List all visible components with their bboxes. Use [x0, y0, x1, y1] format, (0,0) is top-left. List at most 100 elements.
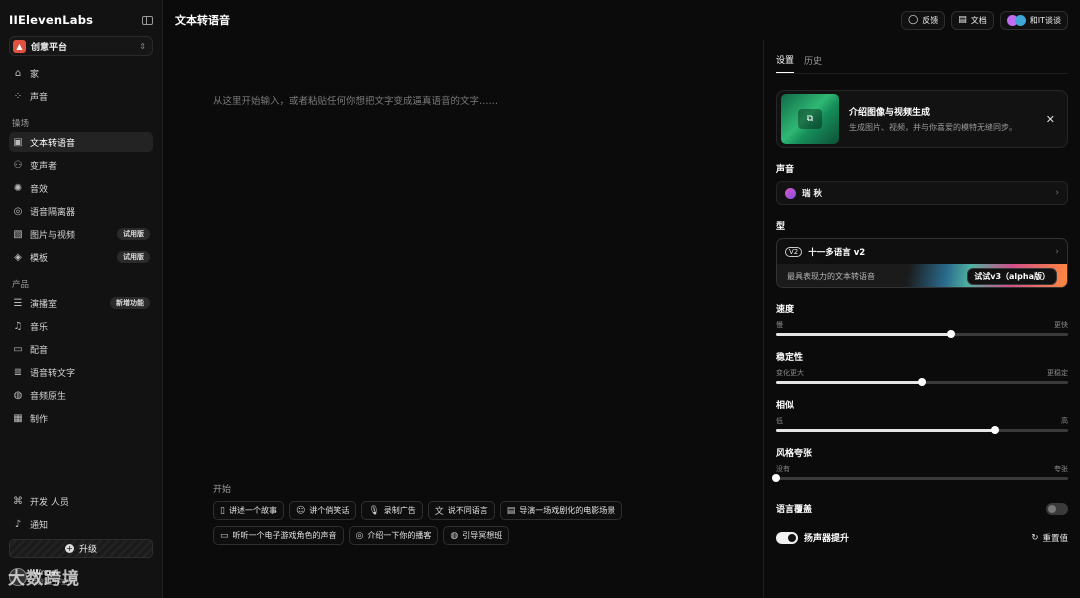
sidebar-item-studio[interactable]: ☰ 演播室 新增功能 — [9, 293, 153, 313]
prompt-chip-icon: ▯ — [220, 505, 225, 516]
chevron-updown-icon: ⇕ — [139, 41, 146, 51]
slider-track[interactable] — [776, 378, 1068, 386]
slider-track[interactable] — [772, 474, 1068, 482]
page-title: 文本转语音 — [175, 14, 230, 27]
prompt-suggestions: ▯ 讲述一个故事 ☺ 讲个俏笑话 🎙 录制广告文说不同语言 ▤ 导演一场戏剧化的电影场景 ▭ 听… — [213, 501, 653, 551]
productions-icon: ▦ — [13, 412, 23, 424]
tab-settings[interactable]: 设置 — [776, 53, 795, 73]
sidebar-collapse-icon[interactable] — [142, 15, 153, 25]
sidebar-item-templates[interactable]: ◈ 模板 试用版 — [9, 247, 153, 267]
dubbing-icon: ▭ — [13, 343, 23, 355]
feedback-button[interactable]: ◯ 反馈 — [901, 10, 946, 30]
prompt-chip[interactable]: ☺ 讲个俏笑话 — [288, 501, 357, 520]
tab-history[interactable]: 历史 — [804, 54, 822, 73]
prompt-chip[interactable]: ▭ 听听一个电子游戏角色的声音 — [213, 526, 344, 545]
agent-avatars-icon — [1006, 14, 1026, 26]
text-editor[interactable]: 从这里开始输入，或者粘贴任何你想把文字变成逼真语音的文字…… 开始 ▯ 讲述一个故… — [163, 40, 763, 598]
reset-values-button[interactable]: ↻ 重置值 — [1031, 532, 1068, 544]
sidebar-item-label: 变声者 — [30, 161, 58, 172]
sidebar-item-audio-native[interactable]: ◍ 音频原生 — [9, 385, 153, 405]
sidebar-item-sound-effects[interactable]: ✺ 音效 — [9, 178, 153, 198]
language-override-label: 语言覆盖 — [776, 505, 813, 515]
slider-track[interactable] — [776, 426, 1068, 434]
sidebar-item-voices[interactable]: ⁘ 声音 — [9, 86, 153, 106]
voice-select[interactable]: 瑞 秋 › — [776, 181, 1068, 205]
sidebar-item-dubbing[interactable]: ▭ 配音 — [9, 339, 153, 359]
try-v3-button[interactable]: 试试v3（alpha版） — [967, 267, 1057, 285]
sound-effects-icon: ✺ — [13, 182, 23, 194]
slider-min-label: 慢 — [776, 321, 783, 329]
voices-icon: ⁘ — [13, 90, 23, 102]
prompt-chip-label: 引导冥想班 — [462, 531, 503, 540]
logo: IIElevenLabs — [9, 13, 94, 27]
prompt-chip[interactable]: 文说不同语言 — [427, 501, 495, 520]
slider-0: 速度慢 更快 — [776, 302, 1068, 338]
promo-card[interactable]: ⧉ 介绍图像与视频生成 生成图片、视频，并与你喜爱的模特无缝同步。 ✕ — [776, 90, 1068, 148]
reset-icon: ↻ — [1031, 532, 1039, 543]
prompt-chip-icon: ◎ — [355, 530, 364, 541]
editor-placeholder: 从这里开始输入，或者粘贴任何你想把文字变成逼真语音的文字…… — [213, 96, 499, 107]
scrollbar[interactable] — [1075, 40, 1080, 598]
model-name: 十一多语言 v2 — [808, 247, 866, 258]
slider-min-label: 低 — [776, 417, 783, 425]
prompt-chip[interactable]: 🎙 录制广告 — [361, 501, 423, 520]
slider-thumb[interactable] — [918, 378, 926, 386]
slider-2: 相似低 高 — [776, 398, 1068, 434]
upgrade-button[interactable]: + 升级 — [9, 539, 153, 558]
slider-thumb[interactable] — [947, 330, 956, 338]
sidebar-item-label: 文本转语音 — [30, 138, 76, 149]
voice-avatar — [785, 187, 796, 199]
nav-badge: 试用版 — [117, 228, 150, 240]
slider-fill — [776, 429, 995, 432]
watermark: 大数跨境 — [8, 569, 80, 589]
section-playground: 操场 — [12, 119, 30, 129]
slider-min-label: 没有 — [776, 465, 790, 473]
promo-desc: 生成图片、视频，并与你喜爱的模特无缝同步。 — [849, 122, 1017, 132]
prompt-chip-label: 听听一个电子游戏角色的声音 — [232, 531, 337, 540]
slider-label: 稳定性 — [776, 353, 804, 363]
sidebar-item-image-video[interactable]: ▧ 图片与视频 试用版 — [9, 224, 153, 244]
close-icon[interactable]: ✕ — [1046, 113, 1055, 126]
sidebar-item-label: 音频原生 — [30, 391, 67, 402]
prompt-chip-label: 说不同语言 — [447, 506, 488, 515]
sidebar-item-developers[interactable]: ⌘ 开发 人员 — [9, 491, 153, 511]
sidebar-item-tts[interactable]: ▣ 文本转语音 — [9, 132, 153, 152]
sidebar-item-speech-to-text[interactable]: ≣ 语音转文字 — [9, 362, 153, 382]
chevron-right-icon: › — [1055, 188, 1059, 198]
language-override-toggle[interactable] — [1046, 502, 1068, 515]
slider-thumb[interactable] — [991, 426, 999, 434]
speaker-boost-toggle[interactable] — [776, 531, 798, 544]
slider-fill — [776, 333, 952, 336]
slider-label: 相似 — [776, 401, 795, 411]
voice-isolator-icon: ◎ — [13, 205, 23, 217]
sidebar-item-bell[interactable]: ♪ 通知 — [9, 514, 153, 534]
prompt-chip-icon: ▭ — [220, 530, 229, 541]
prompt-chip[interactable]: ▤ 导演一场戏剧化的电影场景 — [499, 501, 623, 520]
sidebar-item-voice-isolator[interactable]: ◎ 语音隔离器 — [9, 201, 153, 221]
slider-thumb[interactable] — [772, 474, 780, 482]
section-products: 产品 — [12, 280, 30, 290]
slider-min-label: 变化更大 — [776, 369, 804, 377]
voice-changer-icon: ⚇ — [13, 159, 23, 171]
prompt-chip[interactable]: ▯ 讲述一个故事 — [213, 501, 284, 520]
model-select[interactable]: V2 十一多语言 v2 › 最具表现力的文本转语音 试试v3（alpha版） — [776, 238, 1068, 288]
prompt-chip-label: 介绍一下你的播客 — [367, 531, 432, 540]
start-label: 开始 — [213, 485, 232, 495]
docs-button[interactable]: ▤ 文档 — [951, 10, 994, 30]
sidebar-item-home[interactable]: ⌂ 家 — [9, 63, 153, 83]
promo-thumbnail: ⧉ — [781, 94, 839, 144]
nav-badge: 新增功能 — [110, 297, 150, 309]
sidebar-item-voice-changer[interactable]: ⚇ 变声者 — [9, 155, 153, 175]
talk-button[interactable]: 和IT谈谈 — [999, 10, 1068, 30]
upgrade-label: 升级 — [78, 545, 97, 555]
slider-label: 风格夸张 — [776, 449, 813, 459]
slider-track[interactable] — [776, 330, 1068, 338]
workspace-selector[interactable]: ▲ 创意平台 ⇕ — [9, 36, 153, 56]
sidebar-item-music[interactable]: ♫ 音乐 — [9, 316, 153, 336]
slider-max-label: 更稳定 — [1047, 369, 1068, 377]
prompt-chip[interactable]: ◎ 介绍一下你的播客 — [348, 526, 439, 545]
sidebar: IIElevenLabs ▲ 创意平台 ⇕ ⌂ 家 ⁘ 声音 操场 ▣ 文本转语音 ⚇ 变声… — [0, 0, 163, 598]
sidebar-item-productions[interactable]: ▦ 制作 — [9, 408, 153, 428]
prompt-chip[interactable]: ◍ 引导冥想班 — [443, 526, 510, 545]
prompt-chip-icon: ☺ — [295, 505, 306, 516]
